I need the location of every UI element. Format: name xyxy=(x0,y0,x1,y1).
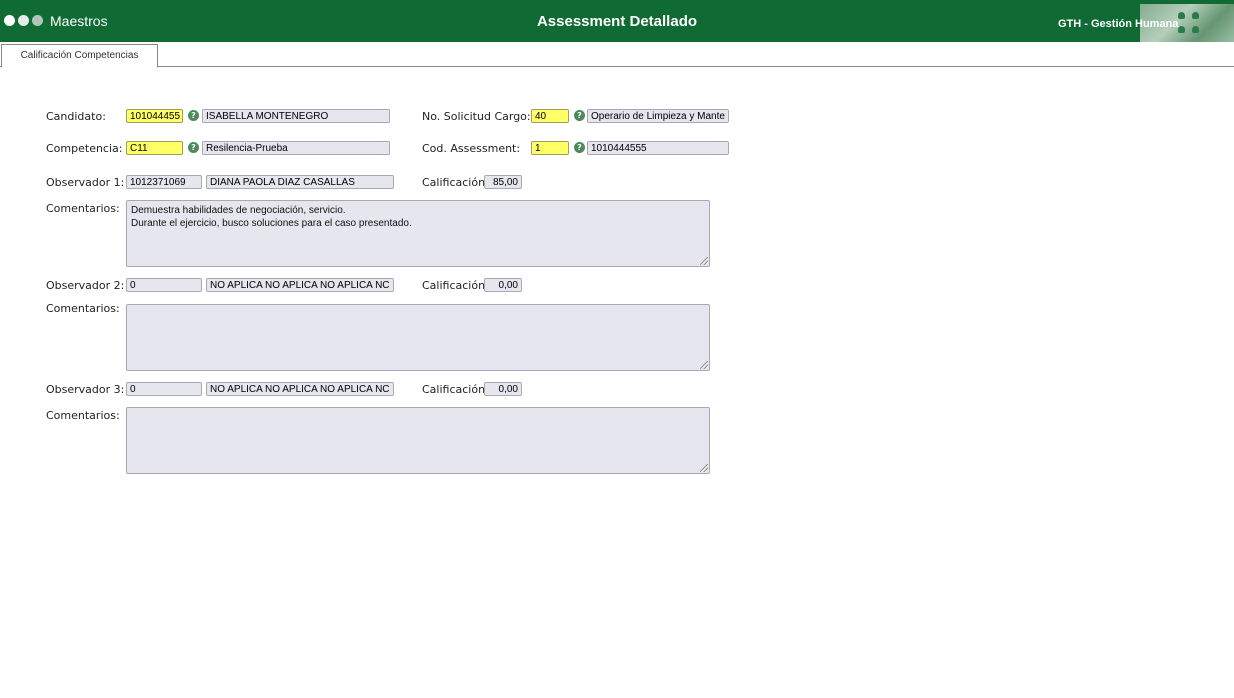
resize-handle-icon[interactable] xyxy=(700,257,708,265)
observador1-id-field: 1012371069 xyxy=(126,175,202,189)
observador3-id-field: 0 xyxy=(126,382,202,396)
comentarios1-text: Demuestra habilidades de negociación, se… xyxy=(131,205,412,229)
assessment-code-input[interactable]: 1 xyxy=(531,141,569,155)
competencia-name-field: Resilencia-Prueba xyxy=(202,141,390,155)
comentarios1-textarea[interactable]: Demuestra habilidades de negociación, se… xyxy=(126,200,710,267)
calificacion3-field: 0,00 xyxy=(484,382,522,396)
assessment-name-field: 1010444555 xyxy=(587,141,729,155)
comentarios1-label: Comentarios: xyxy=(46,202,120,215)
calificacion2-label: Calificación: xyxy=(422,279,489,292)
help-icon[interactable]: ? xyxy=(574,142,585,153)
calificacion2-field: 0,00 xyxy=(484,278,522,292)
observador1-name-field: DIANA PAOLA DIAZ CASALLAS xyxy=(206,175,394,189)
candidato-label: Candidato: xyxy=(46,110,106,123)
tab-bar: Calificación Competencias xyxy=(0,42,1234,68)
comentarios2-label: Comentarios: xyxy=(46,302,120,315)
comentarios3-label: Comentarios: xyxy=(46,409,120,422)
solicitud-name-field: Operario de Limpieza y Mante xyxy=(587,109,729,123)
tab-calificacion-competencias[interactable]: Calificación Competencias xyxy=(1,44,158,68)
observador1-label: Observador 1: xyxy=(46,176,125,189)
observador3-label: Observador 3: xyxy=(46,383,125,396)
observador3-name-field: NO APLICA NO APLICA NO APLICA NC xyxy=(206,382,394,396)
competencia-label: Competencia: xyxy=(46,142,123,155)
page-title: Assessment Detallado xyxy=(536,13,698,30)
observador2-name-field: NO APLICA NO APLICA NO APLICA NC xyxy=(206,278,394,292)
resize-handle-icon[interactable] xyxy=(700,361,708,369)
resize-handle-icon[interactable] xyxy=(700,464,708,472)
observador2-id-field: 0 xyxy=(126,278,202,292)
comentarios3-textarea[interactable] xyxy=(126,407,710,474)
solicitud-code-input[interactable]: 40 xyxy=(531,109,569,123)
comentarios2-textarea[interactable] xyxy=(126,304,710,371)
calificacion3-label: Calificación: xyxy=(422,383,489,396)
calificacion1-field: 85,00 xyxy=(484,175,522,189)
candidato-code-input[interactable]: 101044455 xyxy=(126,109,183,123)
candidato-name-field: ISABELLA MONTENEGRO xyxy=(202,109,390,123)
assessment-label: Cod. Assessment: xyxy=(422,142,521,155)
help-icon[interactable]: ? xyxy=(188,142,199,153)
org-name: GTH - Gestión Humana xyxy=(1058,18,1179,30)
help-icon[interactable]: ? xyxy=(574,110,585,121)
solicitud-label: No. Solicitud Cargo: xyxy=(422,110,531,123)
competencia-code-input[interactable]: C11 xyxy=(126,141,183,155)
help-icon[interactable]: ? xyxy=(188,110,199,121)
observador2-label: Observador 2: xyxy=(46,279,125,292)
app-header: Maestros Assessment Detallado GTH - Gest… xyxy=(0,0,1234,42)
calificacion1-label: Calificación: xyxy=(422,176,489,189)
